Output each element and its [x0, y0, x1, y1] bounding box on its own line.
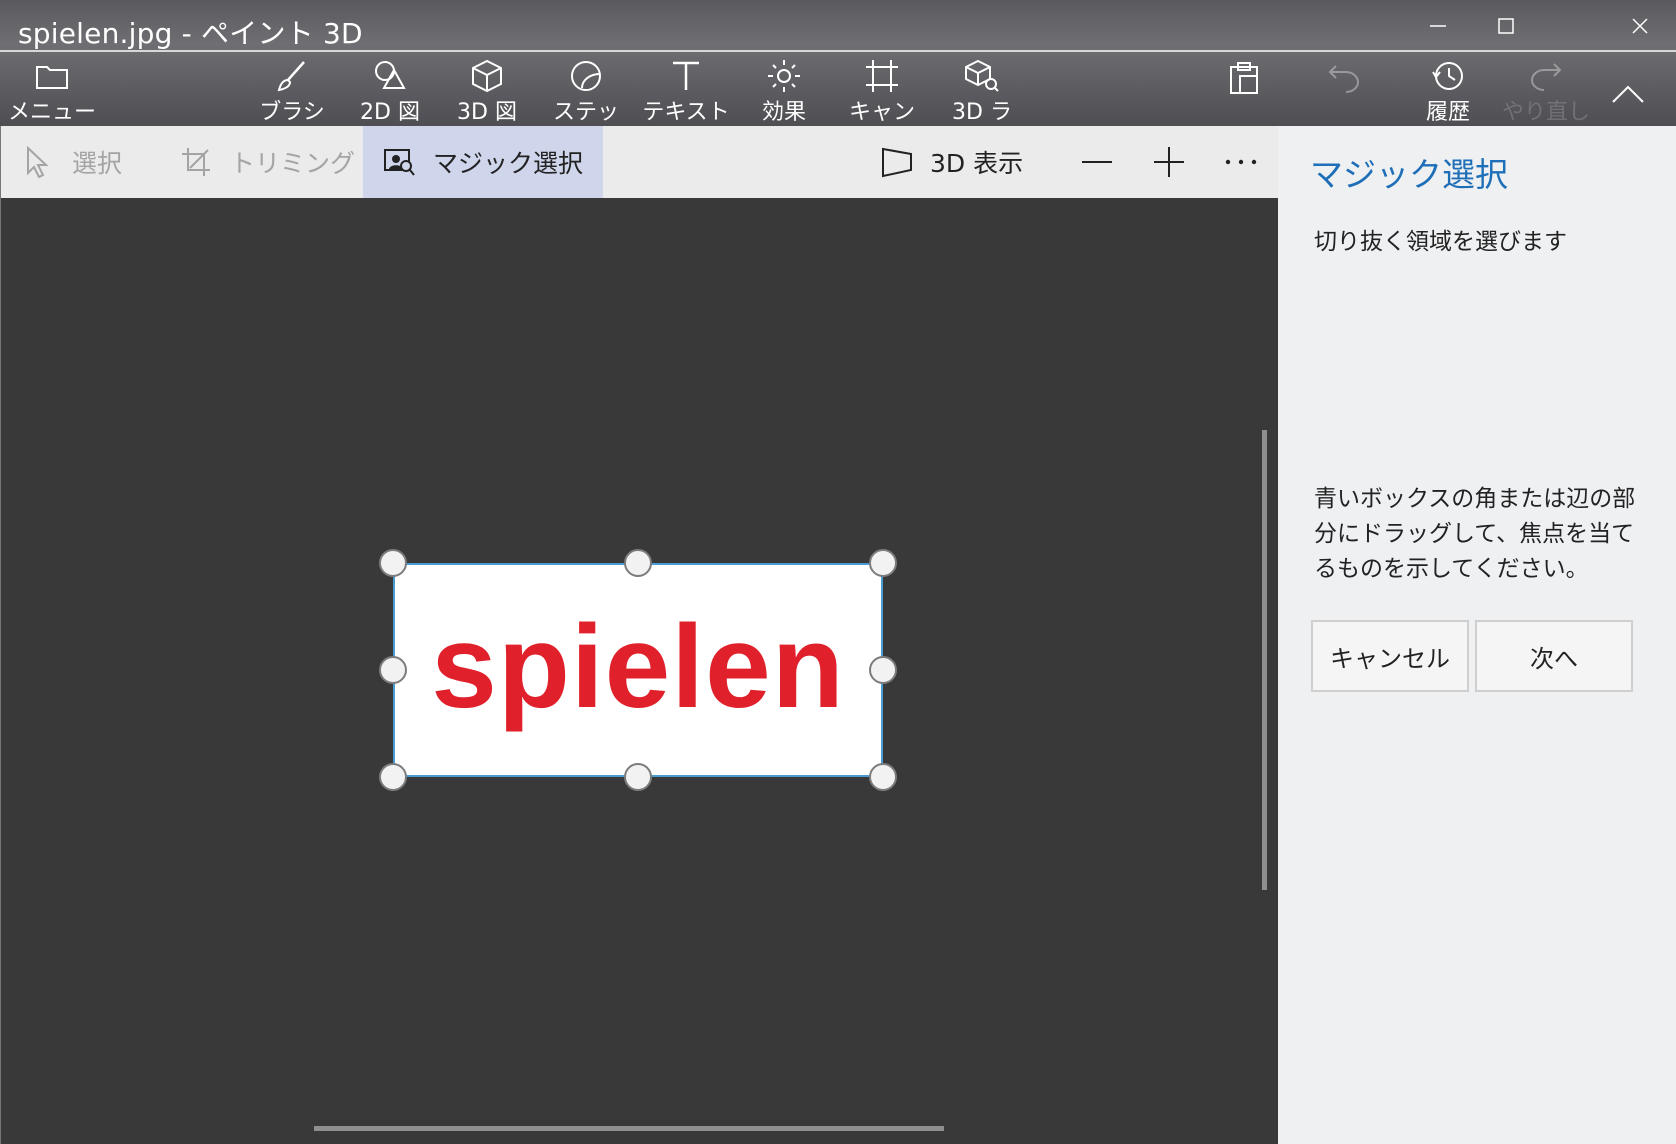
sub-toolbar: 選択 トリミング マジック選択 3D 表示: [0, 126, 1278, 198]
history-label: 履歴: [1425, 100, 1470, 125]
vertical-scrollbar[interactable]: [1262, 430, 1267, 890]
title-bar: spielen.jpg - ペイント 3D: [0, 0, 1676, 52]
shapes-2d-label: 2D 図: [360, 100, 420, 125]
cancel-button[interactable]: キャンセル: [1311, 620, 1469, 692]
crop-icon: [180, 146, 212, 178]
menu-label: メニュー: [7, 100, 96, 125]
brush-icon: [272, 58, 312, 94]
image-content-text: spielen: [431, 601, 845, 733]
magic-select-tool[interactable]: マジック選択: [363, 126, 603, 198]
effects-icon: [764, 58, 804, 94]
cursor-icon: [22, 146, 54, 178]
brush-tool[interactable]: ブラシ: [242, 54, 342, 126]
horizontal-scrollbar[interactable]: [314, 1126, 944, 1131]
collapse-toolbar-button[interactable]: [1588, 54, 1668, 126]
more-icon: [1225, 159, 1257, 165]
handle-bottom-left[interactable]: [379, 763, 407, 791]
handle-middle-left[interactable]: [379, 656, 407, 684]
magic-select-icon: [383, 146, 415, 178]
window-title: spielen.jpg - ペイント 3D: [18, 17, 363, 50]
crop-tool[interactable]: トリミング: [180, 126, 355, 198]
close-icon: [1632, 18, 1648, 34]
stickers-label: ステッ: [552, 100, 619, 125]
zoom-out-icon: [1082, 161, 1112, 163]
shapes-2d-tool[interactable]: 2D 図: [340, 54, 440, 126]
close-button[interactable]: [1606, 0, 1674, 52]
zoom-in-button[interactable]: [1152, 126, 1186, 198]
maximize-button[interactable]: [1472, 0, 1540, 52]
panel-subtitle: 切り抜く領域を選びます: [1314, 229, 1567, 255]
select-tool[interactable]: 選択: [22, 126, 122, 198]
paste-button[interactable]: [1194, 54, 1294, 126]
text-tool[interactable]: テキスト: [636, 54, 736, 126]
redo-label: やり直し: [1501, 100, 1590, 125]
text-label: テキスト: [642, 100, 730, 125]
panel-help-text: 青いボックスの角または辺の部分にドラッグして、焦点を当てるものを示してください。: [1314, 486, 1636, 582]
minimize-button[interactable]: [1404, 0, 1472, 52]
menu-button[interactable]: メニュー: [2, 54, 102, 126]
shapes-2d-icon: [370, 58, 410, 94]
title-separator: [0, 50, 1676, 52]
view-3d-icon: [880, 146, 912, 178]
undo-button[interactable]: [1294, 54, 1394, 126]
redo-button[interactable]: やり直し: [1496, 54, 1596, 126]
undo-icon: [1324, 58, 1364, 98]
magic-select-panel: マジック選択 切り抜く領域を選びます 青いボックスの角または辺の部分にドラッグし…: [1278, 126, 1676, 1144]
effects-tool[interactable]: 効果: [734, 54, 834, 126]
shapes-3d-tool[interactable]: 3D 図: [437, 54, 537, 126]
handle-top-middle[interactable]: [624, 549, 652, 577]
view-3d-toggle[interactable]: 3D 表示: [880, 126, 1023, 198]
handle-bottom-right[interactable]: [869, 763, 897, 791]
text-icon: [666, 58, 706, 94]
canvas-icon: [862, 58, 902, 94]
handle-top-left[interactable]: [379, 549, 407, 577]
library-3d-tool[interactable]: 3D ラ: [932, 54, 1032, 126]
history-icon: [1428, 58, 1468, 94]
crop-label: トリミング: [230, 149, 356, 178]
selection-box[interactable]: spielen: [393, 563, 883, 777]
paste-icon: [1224, 58, 1264, 98]
stickers-tool[interactable]: ステッ: [536, 54, 636, 126]
magic-select-label: マジック選択: [433, 149, 584, 178]
view-3d-label: 3D 表示: [930, 149, 1024, 178]
zoom-in-icon: [1154, 147, 1184, 177]
select-label: 選択: [72, 149, 123, 178]
collapse-icon: [1608, 74, 1648, 114]
brush-label: ブラシ: [259, 100, 325, 125]
minimize-icon: [1430, 25, 1446, 27]
canvas-label: キャン: [848, 100, 915, 125]
effects-label: 効果: [761, 100, 806, 125]
canvas-tool[interactable]: キャン: [832, 54, 932, 126]
redo-icon: [1526, 58, 1566, 94]
library-3d-label: 3D ラ: [952, 100, 1012, 125]
history-button[interactable]: 履歴: [1398, 54, 1498, 126]
next-button[interactable]: 次へ: [1475, 620, 1633, 692]
panel-title: マジック選択: [1310, 155, 1508, 194]
handle-top-right[interactable]: [869, 549, 897, 577]
library-3d-icon: [962, 58, 1002, 94]
more-options-button[interactable]: [1224, 126, 1258, 198]
zoom-out-button[interactable]: [1080, 126, 1114, 198]
app-chrome: spielen.jpg - ペイント 3D メニュー ブラシ 2D 図 3D 図…: [0, 0, 1676, 126]
canvas-left-edge: [0, 126, 1, 1144]
handle-bottom-middle[interactable]: [624, 763, 652, 791]
maximize-icon: [1498, 18, 1514, 34]
shapes-3d-label: 3D 図: [457, 100, 517, 125]
handle-middle-right[interactable]: [869, 656, 897, 684]
cube-icon: [467, 58, 507, 94]
folder-icon: [32, 58, 72, 94]
sticker-icon: [566, 58, 606, 94]
